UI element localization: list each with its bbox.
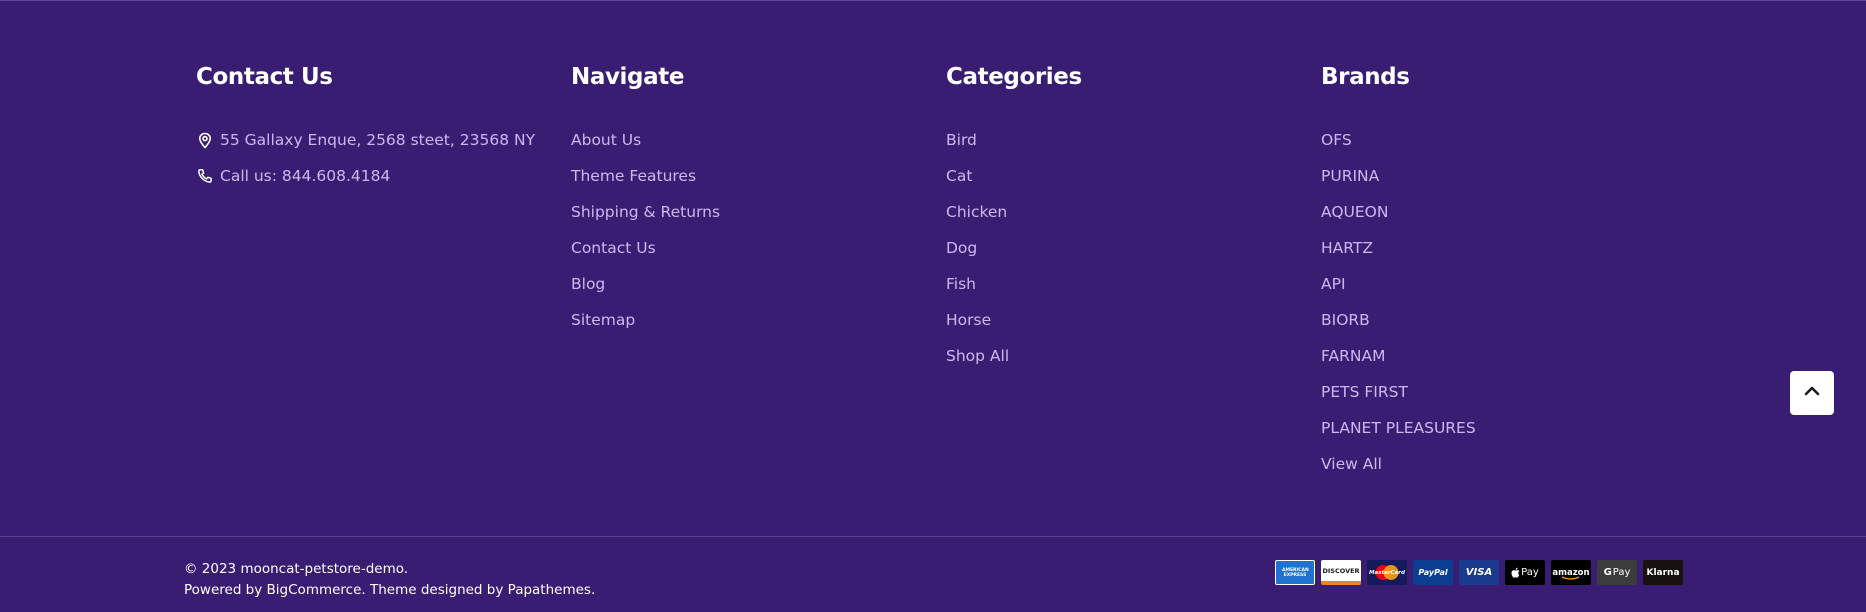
navigate-item[interactable]: Contact Us xyxy=(571,230,720,266)
navigate-list: About Us Theme Features Shipping & Retur… xyxy=(571,122,720,338)
category-link-bird[interactable]: Bird xyxy=(946,131,977,149)
categories-column: Categories Bird Cat Chicken Dog Fish Hor… xyxy=(946,59,1082,374)
footer-bottom-text: © 2023 mooncat-petstore-demo. Powered by… xyxy=(184,559,595,601)
google-pay-icon: G Pay xyxy=(1597,560,1637,585)
categories-heading: Categories xyxy=(946,64,1082,90)
amazon-pay-icon: amazon xyxy=(1551,560,1591,585)
categories-list: Bird Cat Chicken Dog Fish Horse Shop All xyxy=(946,122,1082,374)
brand-link-farnam[interactable]: FARNAM xyxy=(1321,347,1385,365)
category-link-horse[interactable]: Horse xyxy=(946,311,991,329)
brand-link-purina[interactable]: PURINA xyxy=(1321,167,1379,185)
brand-item[interactable]: AQUEON xyxy=(1321,194,1476,230)
phone-row[interactable]: Call us: 844.608.4184 xyxy=(196,158,535,194)
powered-prefix: Powered by xyxy=(184,582,267,598)
contact-column: Contact Us 55 Gallaxy Enque, 2568 steet,… xyxy=(196,59,535,194)
navigate-item[interactable]: Shipping & Returns xyxy=(571,194,720,230)
brand-item[interactable]: PETS FIRST xyxy=(1321,374,1476,410)
brand-item[interactable]: HARTZ xyxy=(1321,230,1476,266)
contact-heading: Contact Us xyxy=(196,64,333,90)
brand-item[interactable]: BIORB xyxy=(1321,302,1476,338)
category-item[interactable]: Horse xyxy=(946,302,1082,338)
mastercard-icon: MasterCard xyxy=(1367,560,1407,585)
brands-column: Brands OFS PURINA AQUEON HARTZ API BIORB… xyxy=(1321,59,1476,482)
navigate-item[interactable]: Blog xyxy=(571,266,720,302)
powered-suffix: . xyxy=(590,582,596,598)
klarna-icon: Klarna xyxy=(1643,560,1683,585)
back-to-top-button[interactable] xyxy=(1790,371,1834,415)
navigate-item[interactable]: Theme Features xyxy=(571,158,720,194)
paypal-icon: PayPal xyxy=(1413,560,1453,585)
brand-link-api[interactable]: API xyxy=(1321,275,1346,293)
amex-icon: AMERICAN EXPRESS xyxy=(1275,560,1315,585)
brand-link-biorb[interactable]: BIORB xyxy=(1321,311,1370,329)
navigate-item[interactable]: About Us xyxy=(571,122,720,158)
brand-item[interactable]: PURINA xyxy=(1321,158,1476,194)
category-link-fish[interactable]: Fish xyxy=(946,275,976,293)
category-link-cat[interactable]: Cat xyxy=(946,167,972,185)
apple-pay-icon: Pay xyxy=(1505,560,1545,585)
bigcommerce-link[interactable]: BigCommerce xyxy=(267,582,362,598)
category-item[interactable]: Fish xyxy=(946,266,1082,302)
payment-icons: AMERICAN EXPRESS DISCOVER MasterCard Pay… xyxy=(1275,560,1683,585)
navigate-link-contact-us[interactable]: Contact Us xyxy=(571,239,656,257)
navigate-item[interactable]: Sitemap xyxy=(571,302,720,338)
map-pin-icon xyxy=(196,131,214,149)
category-link-chicken[interactable]: Chicken xyxy=(946,203,1007,221)
brand-item[interactable]: API xyxy=(1321,266,1476,302)
chevron-up-icon xyxy=(1802,381,1822,405)
footer-divider xyxy=(0,536,1866,537)
brand-link-aqueon[interactable]: AQUEON xyxy=(1321,203,1388,221)
navigate-link-sitemap[interactable]: Sitemap xyxy=(571,311,635,329)
brand-item[interactable]: OFS xyxy=(1321,122,1476,158)
phone-text[interactable]: Call us: 844.608.4184 xyxy=(220,158,390,194)
category-item[interactable]: Chicken xyxy=(946,194,1082,230)
category-link-dog[interactable]: Dog xyxy=(946,239,977,257)
papathemes-link[interactable]: Papathemes xyxy=(508,582,591,598)
brand-item[interactable]: PLANET PLEASURES xyxy=(1321,410,1476,446)
address-row: 55 Gallaxy Enque, 2568 steet, 23568 NY xyxy=(196,122,535,158)
navigate-link-shipping-returns[interactable]: Shipping & Returns xyxy=(571,203,720,221)
theme-text: . Theme designed by xyxy=(361,582,508,598)
copyright-text: © 2023 mooncat-petstore-demo. xyxy=(184,561,409,577)
site-footer: Contact Us 55 Gallaxy Enque, 2568 steet,… xyxy=(0,0,1866,612)
address-text: 55 Gallaxy Enque, 2568 steet, 23568 NY xyxy=(220,131,536,149)
navigate-link-about-us[interactable]: About Us xyxy=(571,131,641,149)
navigate-link-blog[interactable]: Blog xyxy=(571,275,605,293)
category-item[interactable]: Bird xyxy=(946,122,1082,158)
phone-icon xyxy=(196,167,214,185)
brand-link-pets-first[interactable]: PETS FIRST xyxy=(1321,383,1408,401)
visa-icon: VISA xyxy=(1459,560,1499,585)
brands-list: OFS PURINA AQUEON HARTZ API BIORB FARNAM… xyxy=(1321,122,1476,482)
brand-link-view-all[interactable]: View All xyxy=(1321,455,1382,473)
category-item[interactable]: Shop All xyxy=(946,338,1082,374)
brand-link-ofs[interactable]: OFS xyxy=(1321,131,1352,149)
category-item[interactable]: Cat xyxy=(946,158,1082,194)
navigate-heading: Navigate xyxy=(571,64,685,90)
category-link-shop-all[interactable]: Shop All xyxy=(946,347,1009,365)
powered-by-line: Powered by BigCommerce. Theme designed b… xyxy=(184,580,595,601)
navigate-column: Navigate About Us Theme Features Shippin… xyxy=(571,59,720,338)
discover-icon: DISCOVER xyxy=(1321,560,1361,585)
brand-link-planet-pleasures[interactable]: PLANET PLEASURES xyxy=(1321,419,1476,437)
navigate-link-theme-features[interactable]: Theme Features xyxy=(571,167,696,185)
brand-item[interactable]: View All xyxy=(1321,446,1476,482)
category-item[interactable]: Dog xyxy=(946,230,1082,266)
brand-link-hartz[interactable]: HARTZ xyxy=(1321,239,1373,257)
brands-heading: Brands xyxy=(1321,64,1410,90)
brand-item[interactable]: FARNAM xyxy=(1321,338,1476,374)
